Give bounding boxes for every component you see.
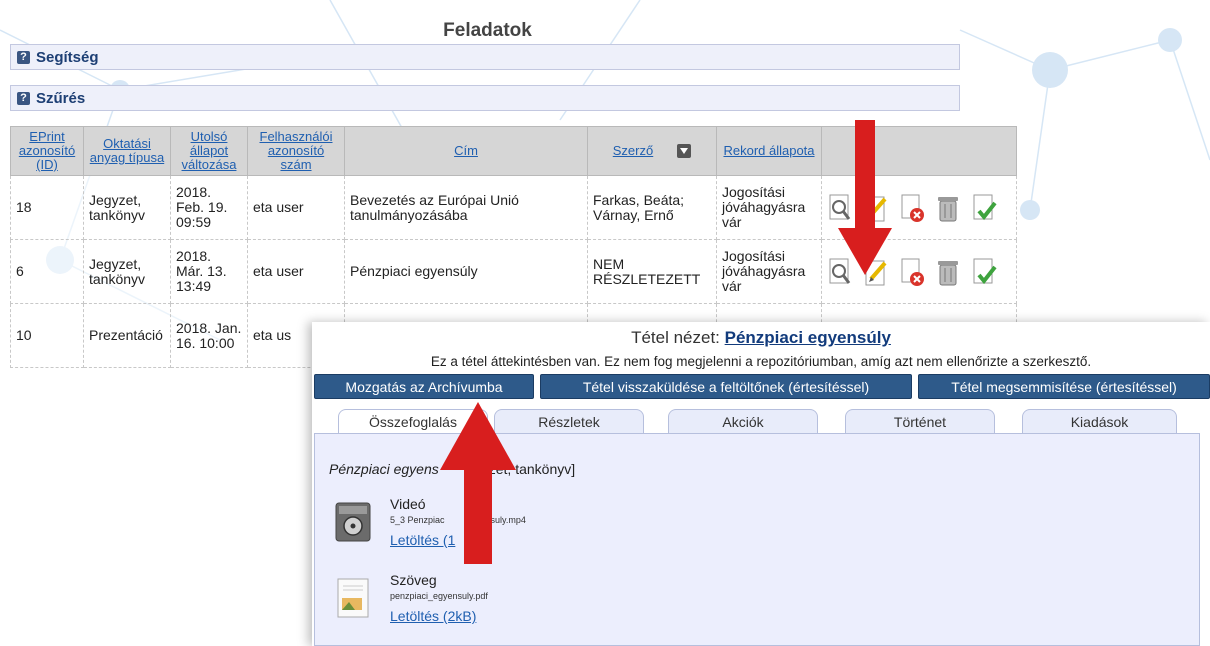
download-link[interactable]: Letöltés (2kB) bbox=[390, 608, 476, 624]
column-header-status[interactable]: Rekord állapota bbox=[716, 126, 822, 176]
cell-type: Jegyzet, tankönyv bbox=[83, 239, 171, 304]
sort-link-type[interactable]: Oktatási anyag típusa bbox=[90, 136, 164, 165]
reject-icon[interactable] bbox=[899, 193, 925, 223]
column-header-id[interactable]: EPrint azonosító (ID) bbox=[10, 126, 84, 176]
column-header-changed[interactable]: Utolsó állapot változása bbox=[170, 126, 248, 176]
red-arrow-down-icon bbox=[838, 120, 892, 275]
file-name: penzpiaci_egyensuly.pdf bbox=[390, 591, 488, 601]
cell-type: Prezentáció bbox=[83, 303, 171, 368]
cell-author: Farkas, Beáta; Várnay, Ernő bbox=[587, 175, 717, 240]
cell-id: 18 bbox=[10, 175, 84, 240]
sort-link-title[interactable]: Cím bbox=[454, 143, 478, 158]
file-name-start: 5_3 Penzpiac bbox=[390, 515, 445, 525]
sort-link-user[interactable]: Felhasználói azonosító szám bbox=[260, 129, 333, 172]
approve-icon[interactable] bbox=[971, 193, 997, 223]
pdf-file-icon bbox=[337, 578, 369, 618]
cell-date: 2018. Jan. 16. 10:00 bbox=[170, 303, 248, 368]
sort-link-id[interactable]: EPrint azonosító (ID) bbox=[19, 129, 75, 172]
file-type-label: Szöveg bbox=[390, 572, 437, 588]
video-file-icon bbox=[335, 502, 371, 542]
destroy-item-button[interactable]: Tétel megsemmisítése (értesítéssel) bbox=[918, 374, 1210, 399]
tab-history[interactable]: Történet bbox=[845, 409, 995, 433]
cell-id: 10 bbox=[10, 303, 84, 368]
column-header-user[interactable]: Felhasználói azonosító szám bbox=[247, 126, 345, 176]
cell-user: eta user bbox=[247, 175, 345, 240]
tab-editions[interactable]: Kiadások bbox=[1022, 409, 1177, 433]
summary-title: Pénzpiaci egyens bbox=[329, 461, 439, 477]
return-to-uploader-button[interactable]: Tétel visszaküldése a feltöltőnek (értes… bbox=[540, 374, 912, 399]
cell-user: eta user bbox=[247, 239, 345, 304]
help-label: Segítség bbox=[36, 48, 99, 66]
cell-author: NEM RÉSZLETEZETT bbox=[587, 239, 717, 304]
file-entry-video: Videó 5_3 Penzpiac suly.mp4 Letöltés (1 bbox=[335, 496, 735, 556]
tab-actions[interactable]: Akciók bbox=[668, 409, 818, 433]
filter-label: Szűrés bbox=[36, 89, 86, 107]
item-title-link[interactable]: Pénzpiaci egyensúly bbox=[725, 328, 891, 347]
sort-link-status[interactable]: Rekord állapota bbox=[723, 143, 814, 158]
sort-link-changed[interactable]: Utolsó állapot változása bbox=[182, 129, 237, 172]
cell-id: 6 bbox=[10, 239, 84, 304]
page-title: Feladatok bbox=[443, 20, 532, 41]
column-header-title[interactable]: Cím bbox=[344, 126, 588, 176]
help-icon: ? bbox=[17, 91, 30, 105]
item-view-title: Tétel nézet: Pénzpiaci egyensúly bbox=[312, 328, 1210, 348]
column-header-author[interactable]: Szerző bbox=[587, 126, 717, 176]
cell-date: 2018. Feb. 19. 09:59 bbox=[170, 175, 248, 240]
delete-trash-icon[interactable] bbox=[935, 257, 961, 287]
cell-title: Pénzpiaci egyensúly bbox=[344, 239, 588, 304]
sort-direction-icon[interactable] bbox=[677, 144, 692, 159]
tab-details[interactable]: Részletek bbox=[494, 409, 644, 433]
reject-icon[interactable] bbox=[899, 257, 925, 287]
red-arrow-up-icon bbox=[440, 402, 516, 564]
cell-status: Jogosítási jóváhagyásra vár bbox=[716, 239, 822, 304]
file-entry-text: Szöveg penzpiaci_egyensuly.pdf Letöltés … bbox=[335, 572, 735, 632]
review-notice: Ez a tétel áttekintésben van. Ez nem fog… bbox=[430, 354, 1092, 369]
cell-type: Jegyzet, tankönyv bbox=[83, 175, 171, 240]
sort-link-author[interactable]: Szerző bbox=[613, 143, 653, 158]
delete-trash-icon[interactable] bbox=[935, 193, 961, 223]
cell-title: Bevezetés az Európai Unió tanulmányozásá… bbox=[344, 175, 588, 240]
filter-section-toggle[interactable]: ? Szűrés bbox=[10, 85, 960, 111]
item-view-title-prefix: Tétel nézet: bbox=[631, 328, 725, 347]
cell-status: Jogosítási jóváhagyásra vár bbox=[716, 175, 822, 240]
file-type-label: Videó bbox=[390, 496, 426, 512]
help-section-toggle[interactable]: ? Segítség bbox=[10, 44, 960, 70]
help-icon: ? bbox=[17, 50, 30, 64]
cell-date: 2018. Már. 13. 13:49 bbox=[170, 239, 248, 304]
column-header-type[interactable]: Oktatási anyag típusa bbox=[83, 126, 171, 176]
move-to-archive-button[interactable]: Mozgatás az Archívumba bbox=[314, 374, 534, 399]
approve-icon[interactable] bbox=[971, 257, 997, 287]
